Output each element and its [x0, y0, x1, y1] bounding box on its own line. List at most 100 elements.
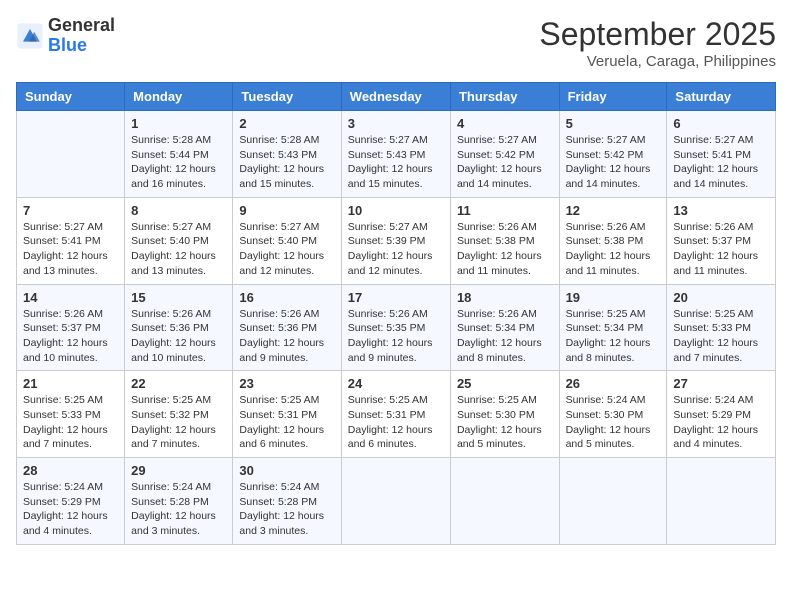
day-number: 25 — [457, 376, 553, 391]
day-info: Sunrise: 5:26 AMSunset: 5:34 PMDaylight:… — [457, 307, 553, 366]
calendar-cell: 8 Sunrise: 5:27 AMSunset: 5:40 PMDaylight… — [125, 197, 233, 284]
calendar-cell: 21Sunrise: 5:25 AMSunset: 5:33 PMDayligh… — [17, 371, 125, 458]
day-info: Sunrise: 5:24 AMSunset: 5:30 PMDaylight:… — [566, 393, 661, 452]
calendar-cell: 10 Sunrise: 5:27 AMSunset: 5:39 PMDayligh… — [341, 197, 450, 284]
day-info: Sunrise: 5:26 AMSunset: 5:37 PMDaylight:… — [23, 307, 118, 366]
calendar-cell: 2Sunrise: 5:28 AMSunset: 5:43 PMDaylight… — [233, 111, 341, 198]
day-number: 21 — [23, 376, 118, 391]
week-row-4: 21Sunrise: 5:25 AMSunset: 5:33 PMDayligh… — [17, 371, 776, 458]
calendar-cell: 5 Sunrise: 5:27 AMSunset: 5:42 PMDaylight… — [559, 111, 667, 198]
day-info: Sunrise: 5:25 AMSunset: 5:31 PMDaylight:… — [239, 393, 334, 452]
day-info: Sunrise: 5:28 AMSunset: 5:44 PMDaylight:… — [131, 133, 226, 192]
calendar-cell: 29 Sunrise: 5:24 AMSunset: 5:28 PMDayligh… — [125, 458, 233, 545]
day-info: Sunrise: 5:26 AMSunset: 5:36 PMDaylight:… — [131, 307, 226, 366]
calendar-cell: 24Sunrise: 5:25 AMSunset: 5:31 PMDayligh… — [341, 371, 450, 458]
calendar-cell: 26Sunrise: 5:24 AMSunset: 5:30 PMDayligh… — [559, 371, 667, 458]
calendar-cell: 28 Sunrise: 5:24 AMSunset: 5:29 PMDayligh… — [17, 458, 125, 545]
page-header: General Blue September 2025 Veruela, Car… — [16, 16, 776, 70]
title-block: September 2025 Veruela, Caraga, Philippi… — [539, 16, 776, 70]
calendar-cell: 30Sunrise: 5:24 AMSunset: 5:28 PMDayligh… — [233, 458, 341, 545]
day-number: 11 — [457, 203, 553, 218]
logo-icon — [16, 22, 44, 50]
calendar-cell — [450, 458, 559, 545]
calendar-cell: 16 Sunrise: 5:26 AMSunset: 5:36 PMDayligh… — [233, 284, 341, 371]
logo: General Blue — [16, 16, 115, 56]
day-number: 29 — [131, 463, 226, 478]
calendar-cell: 11 Sunrise: 5:26 AMSunset: 5:38 PMDayligh… — [450, 197, 559, 284]
weekday-header-sunday: Sunday — [17, 83, 125, 111]
day-number: 8 — [131, 203, 226, 218]
day-number: 17 — [348, 290, 444, 305]
day-info: Sunrise: 5:27 AMSunset: 5:42 PMDaylight:… — [457, 133, 553, 192]
calendar-cell: 13 Sunrise: 5:26 AMSunset: 5:37 PMDayligh… — [667, 197, 776, 284]
day-number: 23 — [239, 376, 334, 391]
weekday-header-thursday: Thursday — [450, 83, 559, 111]
day-number: 27 — [673, 376, 769, 391]
day-number: 7 — [23, 203, 118, 218]
weekday-header-monday: Monday — [125, 83, 233, 111]
day-number: 24 — [348, 376, 444, 391]
day-number: 20 — [673, 290, 769, 305]
calendar-cell: 12 Sunrise: 5:26 AMSunset: 5:38 PMDayligh… — [559, 197, 667, 284]
calendar-cell: 9Sunrise: 5:27 AMSunset: 5:40 PMDaylight… — [233, 197, 341, 284]
day-info: Sunrise: 5:26 AMSunset: 5:36 PMDaylight:… — [239, 307, 334, 366]
calendar-cell: 17 Sunrise: 5:26 AMSunset: 5:35 PMDayligh… — [341, 284, 450, 371]
day-info: Sunrise: 5:24 AMSunset: 5:28 PMDaylight:… — [131, 480, 226, 539]
day-number: 19 — [566, 290, 661, 305]
calendar-cell: 6Sunrise: 5:27 AMSunset: 5:41 PMDaylight… — [667, 111, 776, 198]
day-info: Sunrise: 5:26 AMSunset: 5:38 PMDaylight:… — [457, 220, 553, 279]
day-number: 22 — [131, 376, 226, 391]
day-number: 15 — [131, 290, 226, 305]
day-info: Sunrise: 5:24 AMSunset: 5:29 PMDaylight:… — [23, 480, 118, 539]
day-number: 5 — [566, 116, 661, 131]
calendar-table: SundayMondayTuesdayWednesdayThursdayFrid… — [16, 82, 776, 545]
calendar-cell: 18 Sunrise: 5:26 AMSunset: 5:34 PMDayligh… — [450, 284, 559, 371]
day-number: 18 — [457, 290, 553, 305]
day-number: 3 — [348, 116, 444, 131]
calendar-cell: 27Sunrise: 5:24 AMSunset: 5:29 PMDayligh… — [667, 371, 776, 458]
day-number: 6 — [673, 116, 769, 131]
calendar-cell: 15 Sunrise: 5:26 AMSunset: 5:36 PMDayligh… — [125, 284, 233, 371]
day-info: Sunrise: 5:27 AMSunset: 5:40 PMDaylight:… — [131, 220, 226, 279]
day-number: 16 — [239, 290, 334, 305]
weekday-header-tuesday: Tuesday — [233, 83, 341, 111]
calendar-cell: 23 Sunrise: 5:25 AMSunset: 5:31 PMDayligh… — [233, 371, 341, 458]
calendar-cell: 1 Sunrise: 5:28 AMSunset: 5:44 PMDaylight… — [125, 111, 233, 198]
day-info: Sunrise: 5:26 AMSunset: 5:38 PMDaylight:… — [566, 220, 661, 279]
week-row-5: 28 Sunrise: 5:24 AMSunset: 5:29 PMDayligh… — [17, 458, 776, 545]
day-info: Sunrise: 5:25 AMSunset: 5:34 PMDaylight:… — [566, 307, 661, 366]
calendar-cell: 4 Sunrise: 5:27 AMSunset: 5:42 PMDaylight… — [450, 111, 559, 198]
day-info: Sunrise: 5:27 AMSunset: 5:41 PMDaylight:… — [23, 220, 118, 279]
day-info: Sunrise: 5:24 AMSunset: 5:28 PMDaylight:… — [239, 480, 334, 539]
day-number: 1 — [131, 116, 226, 131]
day-info: Sunrise: 5:27 AMSunset: 5:40 PMDaylight:… — [239, 220, 334, 279]
calendar-cell — [341, 458, 450, 545]
day-info: Sunrise: 5:26 AMSunset: 5:37 PMDaylight:… — [673, 220, 769, 279]
weekday-header-saturday: Saturday — [667, 83, 776, 111]
day-info: Sunrise: 5:27 AMSunset: 5:43 PMDaylight:… — [348, 133, 444, 192]
day-info: Sunrise: 5:27 AMSunset: 5:39 PMDaylight:… — [348, 220, 444, 279]
calendar-cell: 19 Sunrise: 5:25 AMSunset: 5:34 PMDayligh… — [559, 284, 667, 371]
day-number: 13 — [673, 203, 769, 218]
day-info: Sunrise: 5:25 AMSunset: 5:30 PMDaylight:… — [457, 393, 553, 452]
month-title: September 2025 — [539, 16, 776, 53]
week-row-2: 7 Sunrise: 5:27 AMSunset: 5:41 PMDaylight… — [17, 197, 776, 284]
day-number: 4 — [457, 116, 553, 131]
logo-text: General Blue — [48, 16, 115, 56]
day-number: 28 — [23, 463, 118, 478]
day-info: Sunrise: 5:26 AMSunset: 5:35 PMDaylight:… — [348, 307, 444, 366]
calendar-cell — [559, 458, 667, 545]
day-number: 10 — [348, 203, 444, 218]
calendar-cell — [667, 458, 776, 545]
weekday-header-friday: Friday — [559, 83, 667, 111]
weekday-header-row: SundayMondayTuesdayWednesdayThursdayFrid… — [17, 83, 776, 111]
weekday-header-wednesday: Wednesday — [341, 83, 450, 111]
day-info: Sunrise: 5:27 AMSunset: 5:42 PMDaylight:… — [566, 133, 661, 192]
location: Veruela, Caraga, Philippines — [539, 53, 776, 70]
day-info: Sunrise: 5:25 AMSunset: 5:33 PMDaylight:… — [673, 307, 769, 366]
calendar-cell: 14Sunrise: 5:26 AMSunset: 5:37 PMDayligh… — [17, 284, 125, 371]
day-info: Sunrise: 5:28 AMSunset: 5:43 PMDaylight:… — [239, 133, 334, 192]
week-row-3: 14Sunrise: 5:26 AMSunset: 5:37 PMDayligh… — [17, 284, 776, 371]
day-info: Sunrise: 5:25 AMSunset: 5:32 PMDaylight:… — [131, 393, 226, 452]
day-number: 12 — [566, 203, 661, 218]
